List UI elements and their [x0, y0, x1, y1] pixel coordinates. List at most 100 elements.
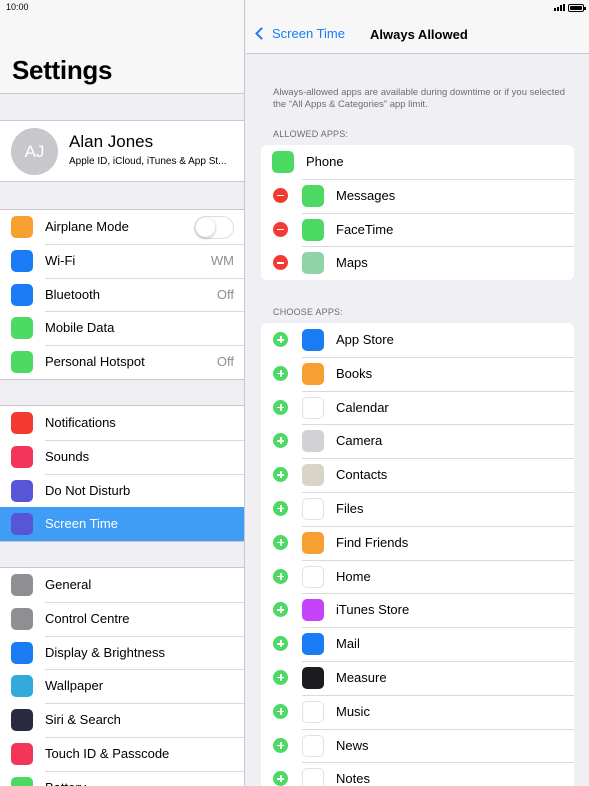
sidebar-item-personal-hotspot[interactable]: Personal Hotspot Off — [0, 345, 244, 379]
app-store-icon — [302, 329, 324, 351]
sidebar-item-label: Mobile Data — [45, 320, 115, 336]
app-row-messages: Messages — [261, 178, 574, 213]
app-label: Phone — [306, 154, 344, 169]
app-row-notes: Notes — [261, 762, 574, 786]
sidebar-item-notifications[interactable]: Notifications — [0, 406, 244, 440]
sidebar-item-label: General — [45, 577, 92, 592]
notes-icon — [302, 768, 324, 786]
wifi-icon — [11, 249, 33, 272]
app-label: Maps — [336, 255, 368, 271]
map-icon — [302, 252, 324, 275]
sidebar-item-value: Off — [216, 286, 234, 302]
always-allowed-description: Always-allowed apps are available during… — [273, 87, 566, 110]
add-button[interactable] — [273, 703, 288, 719]
chevron-left-icon — [255, 27, 268, 40]
status-time: 10:00 — [6, 2, 29, 12]
add-button[interactable] — [273, 771, 288, 786]
sidebar-item-label: Screen Time — [45, 516, 118, 532]
sidebar-item-airplane-mode[interactable]: Airplane Mode — [0, 210, 244, 244]
app-row-contacts: Contacts — [261, 458, 574, 492]
add-button[interactable] — [273, 399, 288, 415]
choose-apps-header: CHOOSE APPS: — [273, 307, 343, 317]
folder-icon — [302, 497, 324, 520]
app-label: Messages — [336, 187, 396, 203]
sidebar-item-screen-time[interactable]: Screen Time — [0, 507, 244, 542]
sidebar-item-bluetooth[interactable]: Bluetooth Off — [0, 277, 244, 312]
sidebar-item-value: WM — [210, 252, 234, 268]
siri-icon — [11, 709, 33, 732]
profile-subtitle: Apple ID, iCloud, iTunes & App St... — [69, 156, 227, 167]
remove-button[interactable] — [273, 221, 288, 237]
back-button[interactable]: Screen Time — [254, 26, 345, 41]
star-icon — [302, 599, 324, 622]
add-button[interactable] — [273, 602, 288, 618]
moon-icon — [11, 479, 33, 502]
app-row-calendar: Calendar — [261, 390, 574, 425]
flower-icon — [11, 675, 33, 698]
choose-apps-list: App Store Books Calendar Camera Contacts File… — [261, 323, 574, 786]
sidebar-item-battery[interactable]: Battery — [0, 770, 244, 786]
friends-icon — [302, 531, 324, 554]
app-row-home: Home — [261, 559, 574, 594]
sidebar-item-wifi[interactable]: Wi-Fi WM — [0, 243, 244, 278]
app-row-mail: Mail — [261, 627, 574, 661]
sidebar-item-label: Personal Hotspot — [45, 354, 145, 370]
sidebar-item-do-not-disturb[interactable]: Do Not Disturb — [0, 473, 244, 508]
remove-button[interactable] — [273, 187, 288, 203]
airplane-mode-toggle[interactable] — [194, 216, 234, 239]
sidebar-item-display-brightness[interactable]: Display & Brightness — [0, 635, 244, 670]
sidebar-item-label: Notifications — [45, 415, 116, 430]
add-button[interactable] — [273, 568, 288, 584]
avatar: AJ — [11, 128, 58, 175]
remove-button[interactable] — [273, 255, 288, 271]
sidebar-item-label: Display & Brightness — [45, 644, 165, 660]
add-button[interactable] — [273, 332, 288, 347]
allowed-apps-list: Phone Messages FaceTime Maps — [261, 145, 574, 281]
sidebar-item-label: Control Centre — [45, 610, 130, 626]
app-label: Calendar — [336, 399, 389, 415]
app-row-find-friends: Find Friends — [261, 525, 574, 560]
allowed-apps-header: ALLOWED APPS: — [273, 129, 349, 139]
add-button[interactable] — [273, 433, 288, 449]
add-button[interactable] — [273, 636, 288, 652]
add-button[interactable] — [273, 669, 288, 685]
messages-icon — [302, 184, 324, 207]
add-button[interactable] — [273, 737, 288, 753]
sidebar-item-label: Sounds — [45, 448, 90, 464]
book-icon — [302, 362, 324, 385]
sidebar-item-label: Wi-Fi — [45, 252, 76, 268]
add-button[interactable] — [273, 365, 288, 381]
app-label: FaceTime — [336, 221, 394, 237]
app-label: Books — [336, 365, 373, 381]
sidebar-item-general[interactable]: General — [0, 568, 244, 602]
app-label: News — [336, 737, 369, 753]
app-row-music: Music — [261, 694, 574, 729]
sidebar-item-label: Do Not Disturb — [45, 482, 131, 498]
sidebar-item-control-centre[interactable]: Control Centre — [0, 601, 244, 636]
calendar-icon — [302, 396, 324, 419]
apple-id-profile[interactable]: AJ Alan Jones Apple ID, iCloud, iTunes &… — [0, 120, 244, 182]
antenna-icon — [11, 317, 33, 340]
sidebar-item-siri-search[interactable]: Siri & Search — [0, 703, 244, 737]
app-row-phone: Phone — [261, 145, 574, 179]
back-label: Screen Time — [272, 26, 345, 41]
bluetooth-icon — [11, 283, 33, 306]
text-size-icon — [11, 641, 33, 664]
app-label: Files — [336, 500, 364, 516]
sidebar-item-label: Battery — [45, 780, 86, 786]
add-button[interactable] — [273, 467, 288, 483]
app-label: Notes — [336, 771, 370, 786]
add-button[interactable] — [273, 500, 288, 516]
sidebar-item-mobile-data[interactable]: Mobile Data — [0, 311, 244, 345]
house-icon — [302, 565, 324, 588]
always-allowed-pane: Screen Time Always Allowed Always-allowe… — [246, 0, 589, 786]
sidebar-item-sounds[interactable]: Sounds — [0, 439, 244, 474]
settings-sidebar: Settings AJ Alan Jones Apple ID, iCloud,… — [0, 0, 245, 786]
sidebar-item-wallpaper[interactable]: Wallpaper — [0, 669, 244, 703]
app-row-measure: Measure — [261, 660, 574, 695]
sidebar-item-touch-id-passcode[interactable]: Touch ID & Passcode — [0, 736, 244, 771]
news-icon — [302, 734, 324, 757]
app-row-books: Books — [261, 356, 574, 391]
music-note-icon — [302, 700, 324, 723]
add-button[interactable] — [273, 534, 288, 550]
